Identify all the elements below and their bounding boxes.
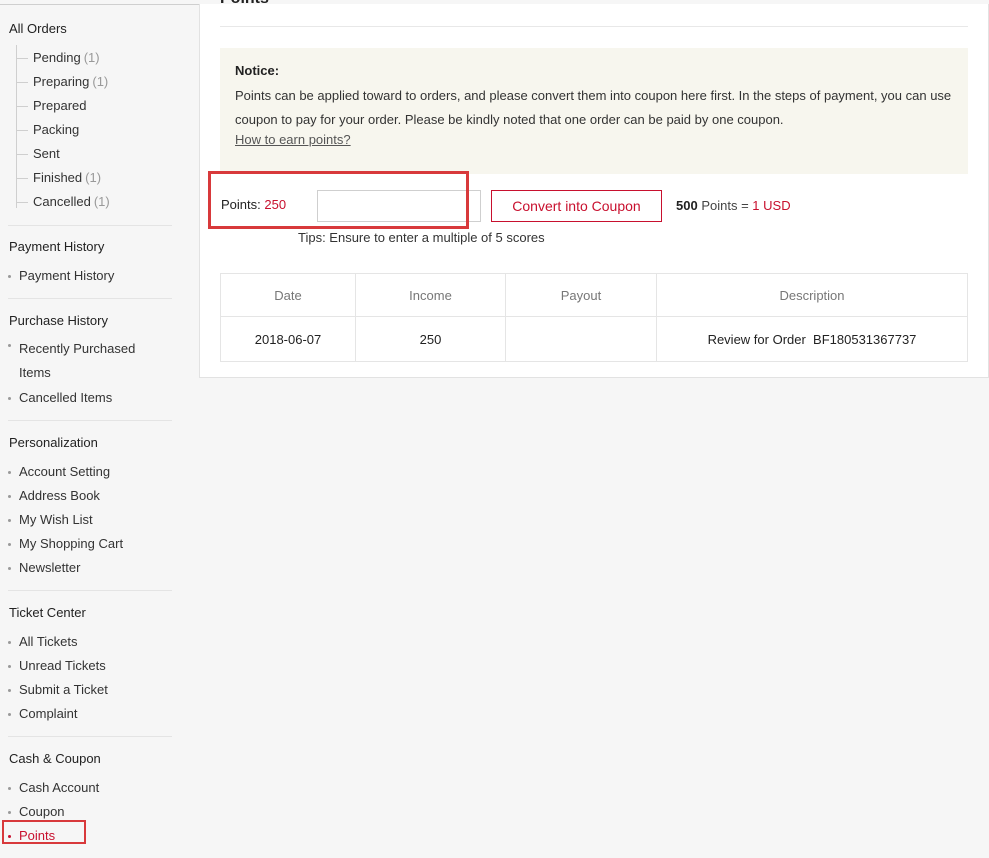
sidebar-item-address-book[interactable]: Address Book [8,488,100,503]
sidebar-item-label: Cancelled [33,194,91,209]
points-history-table: Date Income Payout Description 2018-06-0… [220,273,968,362]
column-header-date: Date [220,273,356,317]
section-divider [8,590,172,591]
sidebar-item-label: Items [19,365,51,380]
sidebar-item-complaint[interactable]: Complaint [8,706,78,721]
sidebar-item-label: Sent [33,146,60,161]
section-divider [8,420,172,421]
section-title-purchase-history: Purchase History [9,313,108,328]
highlight-box-points-input [208,171,469,229]
section-title-personalization: Personalization [9,435,98,450]
sidebar-item-label: Pending [33,50,81,65]
notice-box: Notice: Points can be applied toward to … [220,48,968,174]
rate-usd: 1 USD [752,198,791,213]
sidebar-item-submit-ticket[interactable]: Submit a Ticket [8,682,108,697]
sidebar-item-coupon[interactable]: Coupon [8,804,65,819]
cell-income: 250 [355,316,506,362]
sidebar-item-sent[interactable]: Sent [17,146,60,161]
table-row: 2018-06-07 250 Review for Order BF180531… [220,316,968,362]
account-sidebar: All Orders Pending (1) Preparing (1) Prepa… [0,0,200,858]
column-header-description: Description [656,273,968,317]
sidebar-item-shopping-cart[interactable]: My Shopping Cart [8,536,123,551]
points-panel: Points Notice: Points can be applied tow… [199,0,989,378]
rate-text: Points = [701,198,749,213]
section-title-ticket-center: Ticket Center [9,605,86,620]
order-count: (1) [83,50,100,65]
sidebar-item-all-tickets[interactable]: All Tickets [8,634,78,649]
section-divider [8,298,172,299]
sidebar-item-label: Prepared [33,98,87,113]
sidebar-item-wish-list[interactable]: My Wish List [8,512,93,527]
conversion-rate: 500 Points = 1 USD [676,198,791,213]
sidebar-item-label: Packing [33,122,80,137]
section-title-all-orders: All Orders [9,21,67,36]
sidebar-item-account-setting[interactable]: Account Setting [8,464,110,479]
section-title-cash-coupon: Cash & Coupon [9,751,101,766]
rate-points: 500 [676,198,698,213]
sidebar-item-prepared[interactable]: Prepared [17,98,86,113]
sidebar-item-cash-account[interactable]: Cash Account [8,780,99,795]
sidebar-item-label: Preparing [33,74,90,89]
how-to-earn-points-link[interactable]: How to earn points? [235,132,351,147]
page-title: Points [220,0,269,8]
sidebar-item-payment-history[interactable]: Payment History [8,268,114,283]
sidebar-item-cancelled-items[interactable]: Cancelled Items [8,390,112,405]
highlight-box-points-nav [2,820,86,844]
points-tips: Tips: Ensure to enter a multiple of 5 sc… [298,230,545,245]
sidebar-item-finished[interactable]: Finished (1) [17,170,101,185]
sidebar-item-newsletter[interactable]: Newsletter [8,560,80,575]
sidebar-item-label: Recently Purchased [19,341,136,356]
sidebar-item-cancelled[interactable]: Cancelled (1) [17,194,110,209]
order-count: (1) [93,194,110,209]
sidebar-item-recently-purchased[interactable]: Recently Purchased Items [8,337,135,385]
section-divider [8,736,172,737]
order-count: (1) [92,74,109,89]
section-divider [8,225,172,226]
sidebar-item-unread-tickets[interactable]: Unread Tickets [8,658,106,673]
title-divider [220,26,968,27]
sidebar-item-label: Finished [33,170,83,185]
column-header-payout: Payout [505,273,657,317]
sidebar-item-pending[interactable]: Pending (1) [17,50,100,65]
cell-date: 2018-06-07 [220,316,356,362]
column-header-income: Income [355,273,506,317]
cell-description: Review for Order BF180531367737 [656,316,968,362]
sidebar-item-packing[interactable]: Packing [17,122,79,137]
table-header-row: Date Income Payout Description [220,273,968,317]
notice-heading: Notice: [235,63,280,78]
convert-into-coupon-button[interactable]: Convert into Coupon [491,190,662,222]
cell-payout [505,316,657,362]
notice-text: Points can be applied toward to orders, … [235,88,952,127]
section-title-payment-history: Payment History [9,239,105,254]
sidebar-item-preparing[interactable]: Preparing (1) [17,74,108,89]
order-count: (1) [85,170,102,185]
